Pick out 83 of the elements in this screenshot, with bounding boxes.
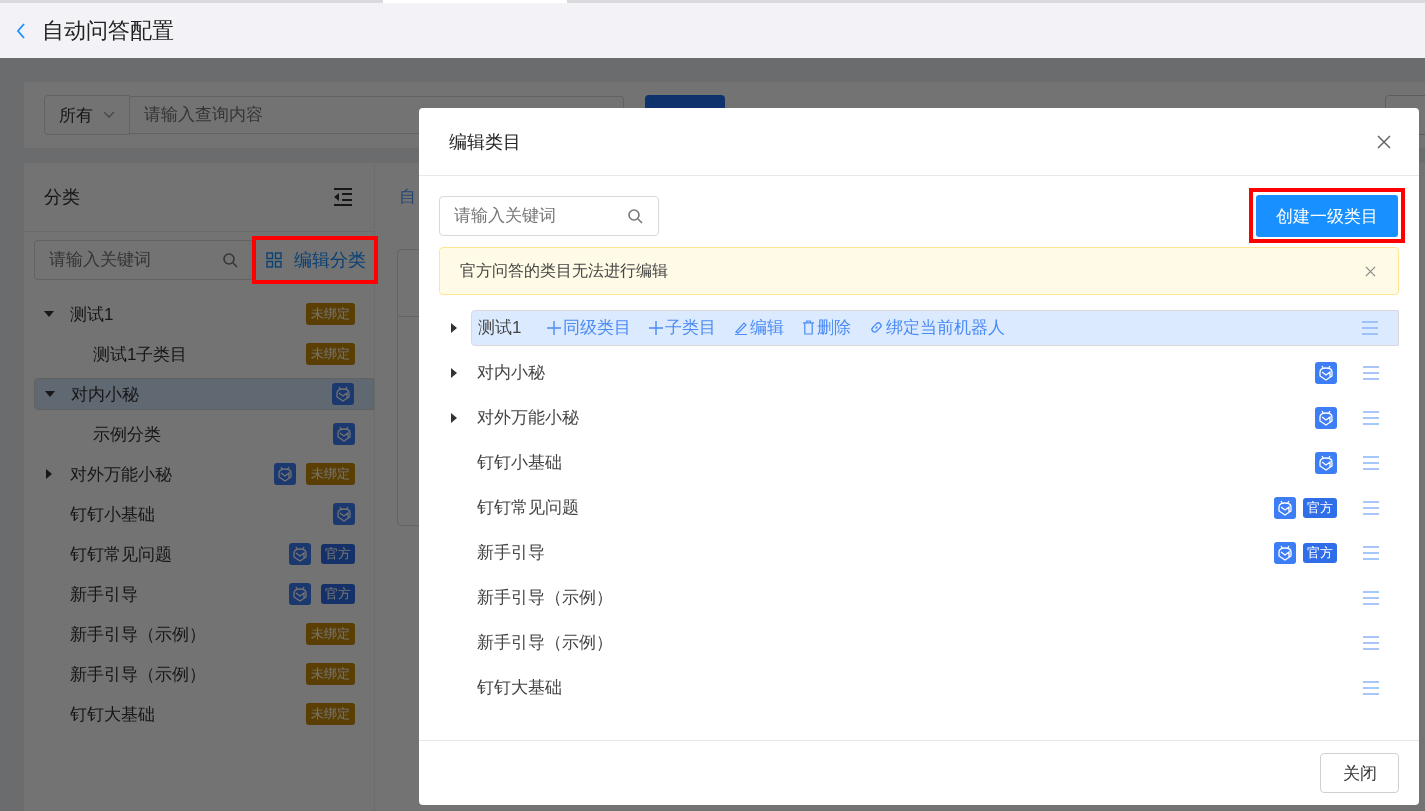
plus-icon	[547, 320, 562, 335]
unbound-tag: 未绑定	[306, 623, 355, 645]
edit-categories-button[interactable]: 编辑分类	[260, 242, 372, 278]
official-tag: 官方	[321, 584, 355, 604]
chevron-down-icon	[103, 111, 115, 119]
caret-down-icon[interactable]	[45, 391, 55, 397]
keyword-search-field[interactable]: 请输入关键词	[439, 196, 659, 236]
tree-item[interactable]: 测试1 未绑定	[34, 299, 374, 329]
collapse-icon[interactable]	[332, 187, 354, 207]
drag-handle-icon[interactable]	[1363, 455, 1379, 470]
robot-icon	[333, 423, 355, 445]
category-row[interactable]: 新手引导（示例）	[471, 625, 1399, 660]
robot-icon	[1315, 406, 1337, 429]
grid-icon	[266, 252, 282, 268]
scope-select[interactable]: 所有	[44, 95, 130, 135]
close-button[interactable]: 关闭	[1320, 753, 1399, 793]
drag-handle-icon[interactable]	[1362, 320, 1378, 335]
official-tag: 官方	[1303, 497, 1337, 518]
category-row[interactable]: 新手引导（示例）	[471, 580, 1399, 615]
robot-icon	[1315, 451, 1337, 474]
robot-icon	[1274, 496, 1296, 519]
create-category-button[interactable]: 创建一级类目	[1256, 195, 1398, 237]
tree-item[interactable]: 新手引导（示例） 未绑定	[34, 659, 374, 689]
page-title: 自动问答配置	[42, 16, 174, 45]
category-row[interactable]: 新手引导 官方	[471, 535, 1399, 570]
tree-item[interactable]: 新手引导（示例） 未绑定	[34, 619, 374, 649]
unbound-tag: 未绑定	[306, 663, 355, 685]
unbound-tag: 未绑定	[306, 703, 355, 725]
caret-right-icon[interactable]	[451, 367, 457, 378]
drag-handle-icon[interactable]	[1363, 590, 1379, 605]
robot-icon	[333, 503, 355, 525]
trash-icon	[802, 320, 816, 335]
unbound-tag: 未绑定	[306, 463, 355, 485]
tree-item[interactable]: 钉钉小基础	[34, 499, 374, 529]
tab-label[interactable]: 自	[399, 187, 416, 206]
plus-icon	[649, 320, 664, 335]
close-icon[interactable]	[1377, 134, 1391, 149]
category-row[interactable]: 钉钉小基础	[471, 445, 1399, 480]
robot-icon	[289, 543, 311, 565]
close-icon[interactable]	[1365, 265, 1376, 277]
category-row[interactable]: 测试1 同级类目 子类目 编辑 删除 绑定当前机器人	[471, 309, 1399, 346]
link-icon	[869, 320, 885, 335]
tree-item[interactable]: 钉钉常见问题 官方	[34, 539, 374, 569]
robot-icon	[274, 463, 296, 485]
alert-message: 官方问答的类目无法进行编辑	[460, 260, 668, 281]
drag-handle-icon[interactable]	[1363, 365, 1379, 380]
caret-down-icon[interactable]	[44, 311, 54, 317]
tree-item[interactable]: 对内小秘	[34, 378, 374, 410]
row-action-link[interactable]: 编辑	[734, 316, 785, 339]
search-icon	[627, 208, 643, 224]
back-icon[interactable]	[16, 22, 26, 39]
caret-right-icon[interactable]	[451, 412, 457, 423]
drag-handle-icon[interactable]	[1363, 500, 1379, 515]
robot-icon	[1274, 541, 1296, 564]
sidebar-title: 分类	[44, 186, 80, 209]
official-tag: 官方	[1303, 542, 1337, 563]
row-action-link[interactable]: 删除	[802, 316, 852, 339]
tree-item[interactable]: 测试1子类目 未绑定	[34, 339, 374, 369]
category-row[interactable]: 钉钉大基础	[471, 670, 1399, 705]
unbound-tag: 未绑定	[306, 343, 355, 365]
robot-icon	[1315, 361, 1337, 384]
category-row[interactable]: 对内小秘	[471, 355, 1399, 390]
row-action-link[interactable]: 同级类目	[547, 316, 632, 339]
tree-item[interactable]: 示例分类	[34, 419, 374, 449]
robot-icon	[289, 583, 311, 605]
row-action-link[interactable]: 子类目	[649, 316, 717, 339]
tree-item[interactable]: 新手引导 官方	[34, 579, 374, 609]
row-action-link[interactable]: 绑定当前机器人	[869, 316, 1006, 339]
robot-icon	[332, 383, 354, 405]
drag-handle-icon[interactable]	[1363, 410, 1379, 425]
drag-handle-icon[interactable]	[1363, 680, 1379, 695]
category-search-field[interactable]: 请输入关键词	[34, 240, 254, 280]
official-tag: 官方	[321, 544, 355, 564]
drag-handle-icon[interactable]	[1363, 545, 1379, 560]
drag-handle-icon[interactable]	[1363, 635, 1379, 650]
category-row[interactable]: 钉钉常见问题 官方	[471, 490, 1399, 525]
caret-right-icon[interactable]	[451, 322, 457, 333]
tree-item[interactable]: 对外万能小秘 未绑定	[34, 459, 374, 489]
search-icon	[222, 252, 238, 268]
pencil-icon	[734, 320, 749, 335]
unbound-tag: 未绑定	[306, 303, 355, 325]
tree-item[interactable]: 钉钉大基础 未绑定	[34, 699, 374, 729]
category-row[interactable]: 对外万能小秘	[471, 400, 1399, 435]
